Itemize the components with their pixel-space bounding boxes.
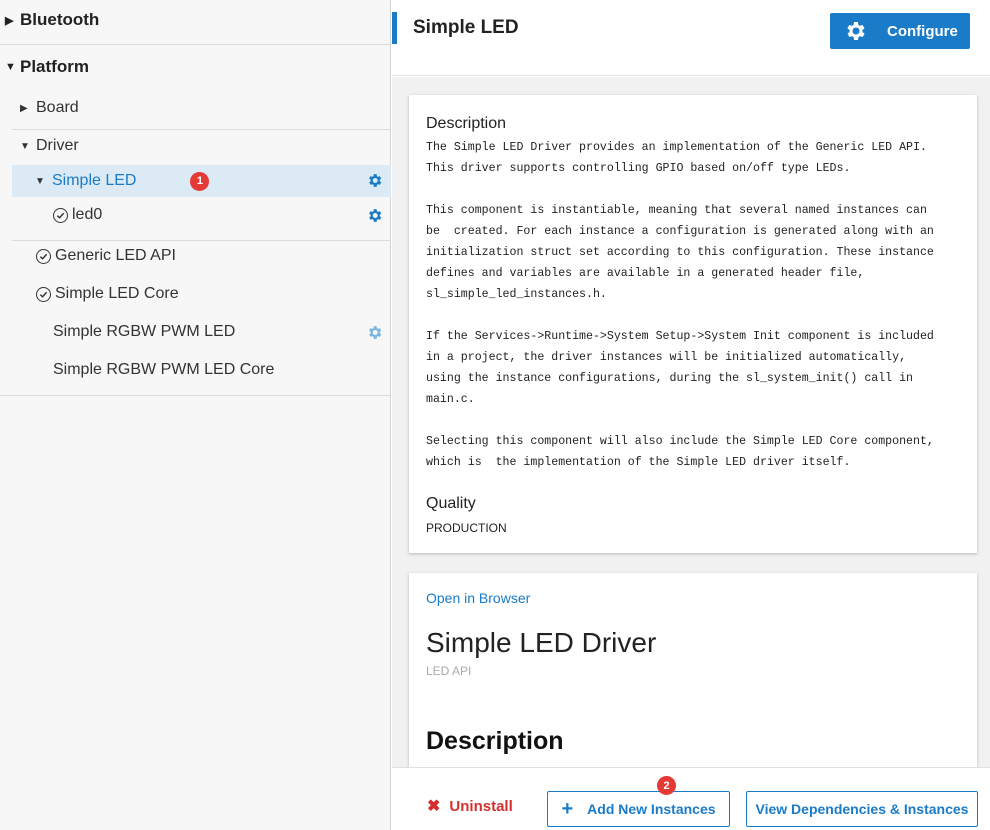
add-new-instances-button[interactable]: + Add New Instances [547,791,730,827]
node-label: Simple LED Core [55,285,179,302]
node-label: Generic LED API [55,247,176,264]
configure-label: Configure [887,22,958,40]
tree-category-platform[interactable]: ▼ Platform [0,47,391,87]
details-scroll-area[interactable]: Description The Simple LED Driver provid… [392,77,990,767]
doc-title: Simple LED Driver [426,627,657,658]
quality-heading: Quality [426,495,476,512]
description-heading: Description [426,115,507,132]
gear-icon [847,22,865,40]
component-tree: ▶ Bluetooth ▼ Platform ▶ Board ▼ Driver … [0,0,391,830]
tree-category-bluetooth[interactable]: ▶ Bluetooth [0,0,391,40]
uninstall-label: Uninstall [449,797,513,815]
quality-value: PRODUCTION [426,521,507,535]
open-in-browser-link[interactable]: Open in Browser [426,590,530,606]
plus-icon: + [561,797,574,820]
category-label: Platform [20,57,89,76]
close-icon: ✖ [427,798,441,815]
category-label: Bluetooth [20,10,100,29]
step-badge: 2 [657,776,676,795]
gear-icon[interactable] [366,207,383,224]
check-circle-icon [36,248,51,264]
gear-icon[interactable] [366,172,383,189]
tree-node-board[interactable]: ▶ Board [0,89,391,127]
node-label: Simple RGBW PWM LED Core [53,361,275,378]
caret-down-icon: ▼ [5,61,16,73]
node-label: Driver [36,137,79,154]
tree-node-driver[interactable]: ▼ Driver [0,127,391,165]
action-footer: ✖ Uninstall + Add New Instances 2 View D… [392,767,990,830]
caret-down-icon: ▼ [20,140,30,152]
doc-description-heading: Description [426,727,564,755]
uninstall-button[interactable]: ✖ Uninstall [427,796,513,816]
divider [0,44,391,45]
node-label: Simple LED [52,172,137,189]
title-accent-bar [392,12,397,44]
check-circle-icon [36,286,51,302]
details-card: Description The Simple LED Driver provid… [409,95,977,553]
view-dependencies-button[interactable]: View Dependencies & Instances [746,791,978,827]
tree-node-simple-led[interactable]: ▼ Simple LED 1 [35,164,375,198]
tree-node-led0[interactable]: led0 [53,198,102,232]
tree-node-simple-led-core[interactable]: Simple LED Core [36,277,179,311]
check-circle-icon [53,207,68,223]
node-label: Simple RGBW PWM LED [53,323,236,340]
node-label: led0 [72,206,103,223]
documentation-card: Open in Browser Simple LED Driver LED AP… [409,573,977,767]
add-label: Add New Instances [587,801,716,817]
tree-node-generic-led-api[interactable]: Generic LED API [36,239,176,273]
caret-right-icon: ▶ [5,14,14,27]
node-label: Board [36,99,79,116]
step-badge: 1 [190,171,210,191]
doc-subtitle: LED API [426,664,472,678]
configure-button[interactable]: Configure [830,13,970,49]
component-header: Simple LED Configure [392,0,990,76]
caret-down-icon: ▼ [35,175,45,187]
tree-node-simple-rgbw-pwm-led[interactable]: Simple RGBW PWM LED [53,315,235,349]
gear-icon[interactable] [366,324,383,341]
caret-right-icon: ▶ [20,102,28,114]
divider [0,395,391,396]
tree-node-simple-rgbw-pwm-led-core[interactable]: Simple RGBW PWM LED Core [53,353,274,387]
view-label: View Dependencies & Instances [755,801,969,817]
page-title: Simple LED [413,17,519,38]
description-text: The Simple LED Driver provides an implem… [426,141,934,469]
